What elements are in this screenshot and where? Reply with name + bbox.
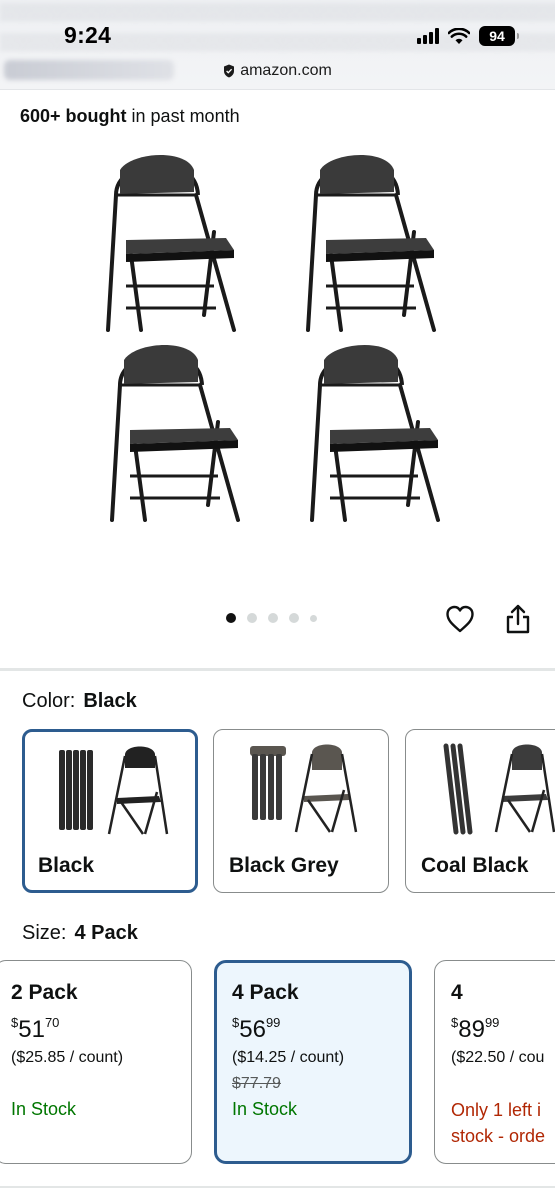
- url-domain: amazon.com: [240, 62, 332, 79]
- gallery-dot[interactable]: [289, 613, 299, 623]
- color-option-name: Black Grey: [229, 854, 339, 877]
- battery-indicator: 94: [479, 26, 519, 46]
- size-option-4[interactable]: 4 $8999 ($22.50 / cou Only 1 left i stoc…: [434, 960, 555, 1164]
- share-icon[interactable]: [504, 603, 532, 635]
- size-option-name: 4 Pack: [232, 981, 299, 1004]
- gallery-pagination[interactable]: [226, 613, 317, 623]
- color-label-row: Color: Black: [22, 690, 137, 713]
- color-option-name: Black: [38, 854, 95, 877]
- status-icons: 94: [417, 26, 519, 46]
- bought-count: 600+ bought: [20, 106, 127, 126]
- size-option-name: 2 Pack: [11, 981, 78, 1004]
- size-option-4-pack[interactable]: 4 Pack $5699 ($14.25 / count) $77.79 In …: [214, 960, 412, 1164]
- color-selected-value: Black: [83, 690, 137, 712]
- size-option-unit-price: ($14.25 / count): [232, 1049, 345, 1066]
- gallery-dot[interactable]: [268, 613, 278, 623]
- color-option-black-grey[interactable]: Black Grey: [213, 729, 389, 893]
- size-option-price: $8999: [451, 1015, 500, 1043]
- wifi-icon: [448, 27, 470, 44]
- size-option-unit-price: ($22.50 / cou: [451, 1049, 545, 1066]
- heart-icon[interactable]: [444, 603, 476, 635]
- color-option-black[interactable]: Black: [22, 729, 198, 893]
- size-option-unit-price: ($25.85 / count): [11, 1049, 124, 1066]
- swatch-image: [250, 744, 358, 833]
- blurred-overlay-text: ▒▒▒▒▒▒▒▒▒▒▒▒▒▒▒▒▒▒▒▒▒▒▒▒▒▒▒▒▒▒▒▒▒▒▒▒▒▒▒▒…: [0, 4, 555, 21]
- color-label: Color:: [22, 690, 76, 712]
- size-option-2-pack[interactable]: 2 Pack $5170 ($25.85 / count) In Stock: [0, 960, 192, 1164]
- gallery-dot[interactable]: [310, 614, 317, 622]
- gallery-dot[interactable]: [247, 613, 257, 623]
- size-option-list-price: $77.79: [232, 1075, 281, 1092]
- section-divider: [0, 668, 555, 671]
- gallery-dot[interactable]: [226, 613, 236, 623]
- cellular-signal-icon: [417, 28, 439, 44]
- size-label: Size:: [22, 922, 67, 944]
- size-option-price: $5699: [232, 1015, 281, 1043]
- color-option-coal-black[interactable]: Coal Black: [405, 729, 555, 893]
- size-selected-value: 4 Pack: [74, 922, 138, 944]
- bought-period: in past month: [131, 106, 240, 126]
- color-option-name: Coal Black: [421, 854, 529, 877]
- size-option-stock: In Stock: [232, 1099, 298, 1119]
- size-option-name: 4: [451, 981, 463, 1004]
- swatch-image: [443, 743, 555, 835]
- size-option-price: $5170: [11, 1015, 60, 1043]
- address-bar[interactable]: amazon.com: [0, 58, 555, 84]
- size-option-stock: Only 1 left i stock - orde: [451, 1100, 546, 1146]
- product-image[interactable]: [80, 140, 480, 560]
- size-label-row: Size: 4 Pack: [22, 922, 138, 945]
- shield-icon: [224, 64, 235, 78]
- size-option-stock: In Stock: [11, 1099, 77, 1119]
- swatch-image: [59, 746, 169, 835]
- bought-badge: 600+ bought in past month: [20, 106, 240, 127]
- browser-chrome: ▒▒▒▒▒▒▒▒▒▒▒▒▒▒▒▒▒▒▒▒▒▒▒▒▒▒▒▒▒▒▒▒▒▒▒▒▒▒▒▒…: [0, 0, 555, 90]
- status-time: 9:24: [64, 22, 112, 48]
- section-divider: [0, 1186, 555, 1188]
